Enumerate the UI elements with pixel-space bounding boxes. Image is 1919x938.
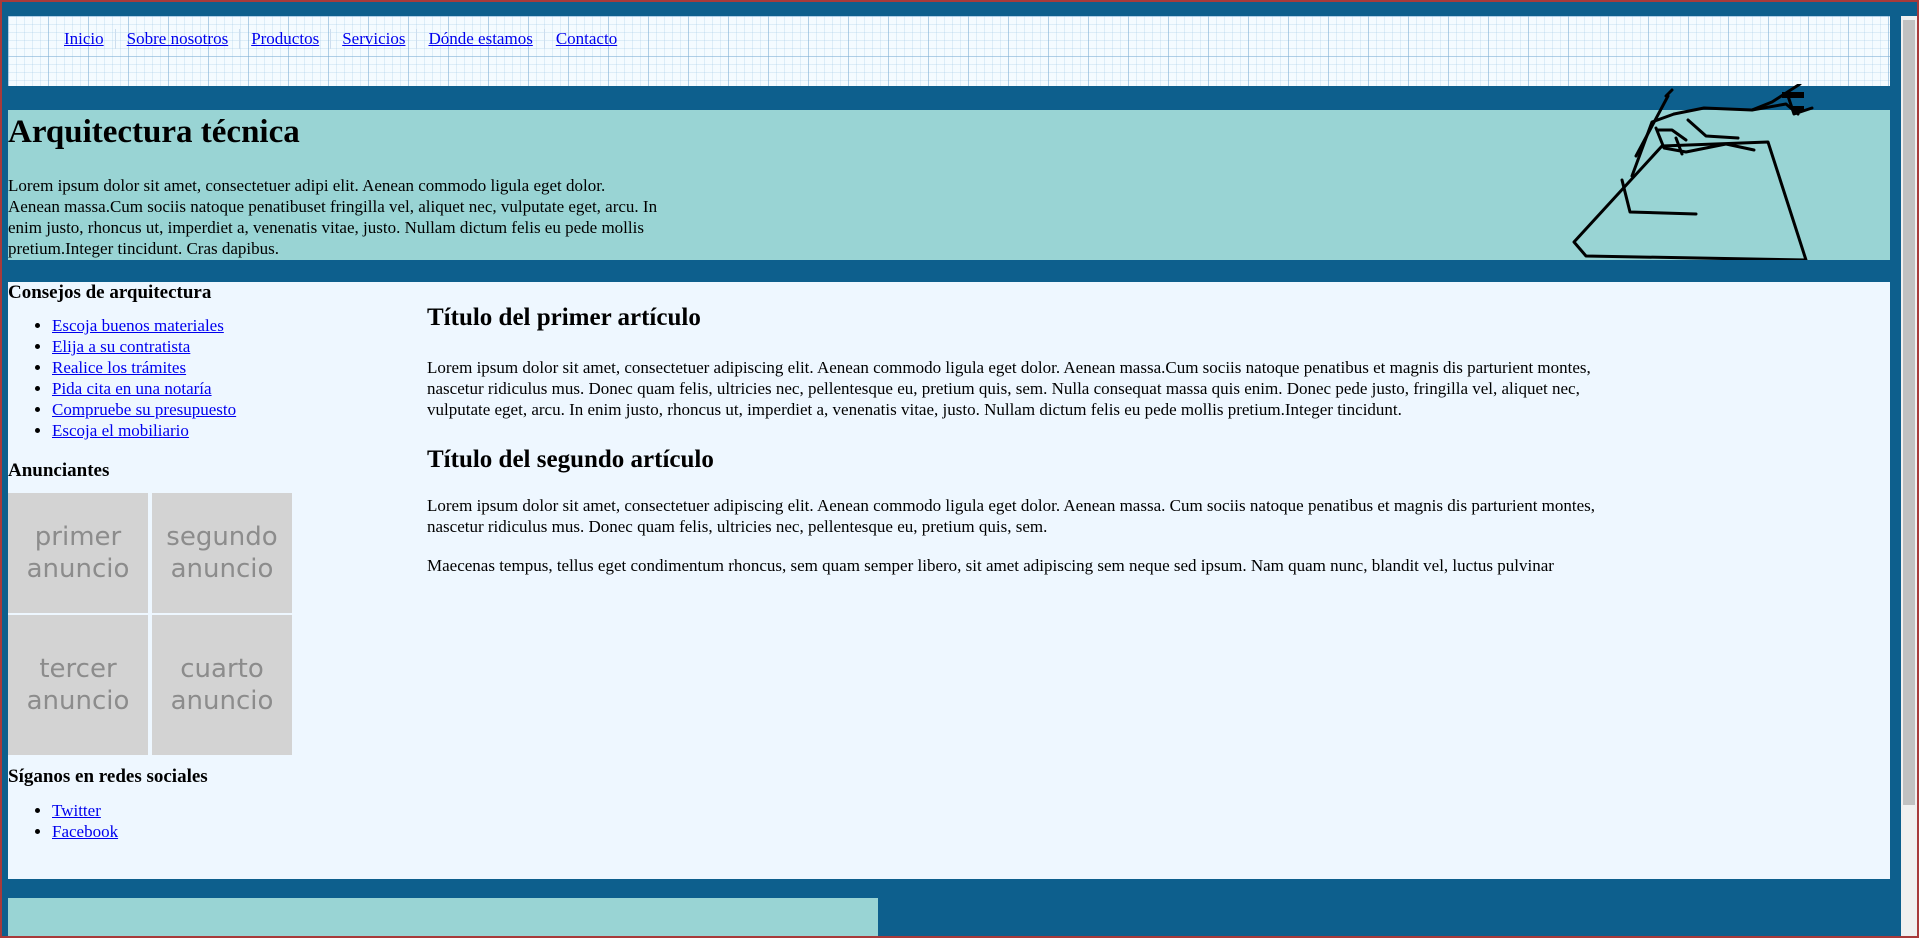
article-title: Título del segundo artículo [427,446,714,473]
nav-link-servicios[interactable]: Servicios [342,29,405,48]
article-paragraph: Lorem ipsum dolor sit amet, consectetuer… [427,358,1591,419]
nav-item-sobre-nosotros: Sobre nosotros [114,29,229,49]
tip-link[interactable]: Escoja buenos materiales [52,316,224,335]
hero-text: Lorem ipsum dolor sit amet, consectetuer… [8,176,658,258]
article-title: Título del primer artículo [427,304,701,331]
nav-link-donde-estamos[interactable]: Dónde estamos [428,29,532,48]
list-item: Realice los trámites [52,357,368,378]
tip-link[interactable]: Escoja el mobiliario [52,421,189,440]
nav-item-donde-estamos: Dónde estamos [416,29,533,49]
tips-list: Escoja buenos materiales Elija a su cont… [8,315,368,441]
facebook-link[interactable]: Facebook [52,822,118,841]
articles: Título del primer artículo Lorem ipsum d… [427,302,1622,576]
hand-drawing-icon [1572,84,1814,260]
page-title: Arquitectura técnica [8,114,300,150]
tips-heading: Consejos de arquitectura [8,282,212,303]
nav-menu: Inicio Sobre nosotros Productos Servicio… [64,29,617,49]
article-paragraph: Lorem ipsum dolor sit amet, consectetuer… [427,496,1596,536]
nav-item-productos: Productos [239,29,319,49]
nav-item-contacto: Contacto [543,29,617,49]
window-frame-left [0,0,2,938]
list-item: Escoja el mobiliario [52,420,368,441]
footer [8,898,878,938]
top-navigation: Inicio Sobre nosotros Productos Servicio… [8,16,1890,86]
tip-link[interactable]: Realice los trámites [52,358,186,377]
ads-heading: Anunciantes [8,460,110,481]
hero-banner: Arquitectura técnica Lorem ipsum dolor s… [8,84,1890,260]
vertical-scrollbar[interactable] [1901,16,1917,936]
ad-fourth[interactable]: cuarto anuncio [152,615,292,755]
ad-third[interactable]: tercer anuncio [8,615,148,755]
list-item: Twitter [52,800,368,821]
article-paragraph: Maecenas tempus, tellus eget condimentum… [427,556,1554,575]
list-item: Escoja buenos materiales [52,315,368,336]
social-list: Twitter Facebook [8,800,368,842]
main-area: Consejos de arquitectura Escoja buenos m… [8,282,1890,879]
tip-link[interactable]: Compruebe su presupuesto [52,400,236,419]
list-item: Pida cita en una notaría [52,378,368,399]
ad-second[interactable]: segundo anuncio [152,493,292,613]
sidebar: Consejos de arquitectura Escoja buenos m… [8,282,368,842]
ads-grid: primer anuncio segundo anuncio tercer an… [8,493,368,755]
nav-link-inicio[interactable]: Inicio [64,29,104,48]
nav-link-productos[interactable]: Productos [251,29,319,48]
nav-item-inicio: Inicio [64,29,104,49]
list-item: Elija a su contratista [52,336,368,357]
window-frame-top [0,0,1919,2]
list-item: Facebook [52,821,368,842]
article-first: Título del primer artículo Lorem ipsum d… [427,302,1622,420]
article-second: Título del segundo artículo Lorem ipsum … [427,444,1622,576]
nav-link-sobre-nosotros[interactable]: Sobre nosotros [127,29,229,48]
scrollbar-thumb[interactable] [1903,20,1915,805]
nav-item-servicios: Servicios [330,29,405,49]
list-item: Compruebe su presupuesto [52,399,368,420]
twitter-link[interactable]: Twitter [52,801,101,820]
social-heading: Síganos en redes sociales [8,766,208,787]
ad-first[interactable]: primer anuncio [8,493,148,613]
tip-link[interactable]: Elija a su contratista [52,337,190,356]
tip-link[interactable]: Pida cita en una notaría [52,379,212,398]
nav-link-contacto[interactable]: Contacto [556,29,617,48]
